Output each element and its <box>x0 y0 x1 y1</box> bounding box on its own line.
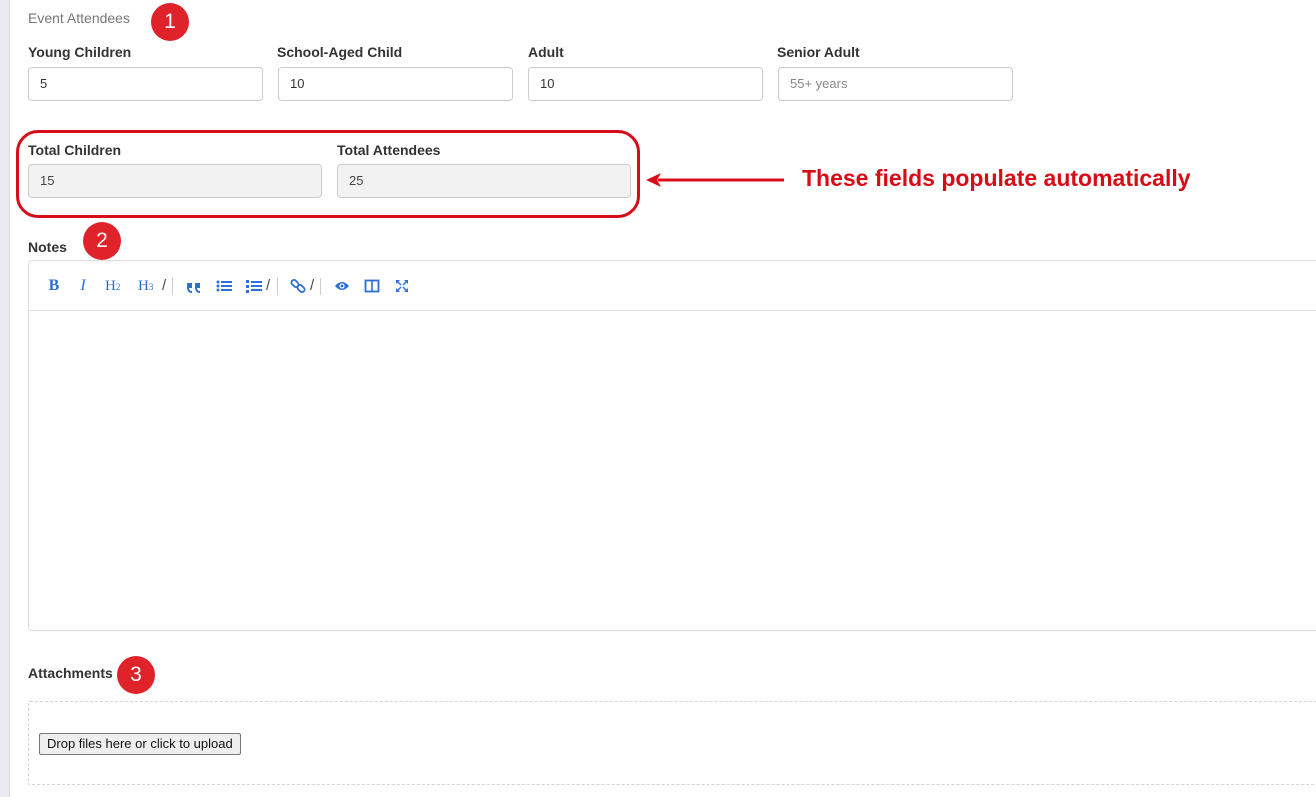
ordered-list-icon[interactable] <box>246 275 262 297</box>
total-attendees-label: Total Attendees <box>337 142 441 158</box>
preview-icon[interactable] <box>334 275 350 297</box>
side-by-side-icon[interactable] <box>364 275 380 297</box>
total-attendees-field: 25 <box>337 164 631 198</box>
senior-adult-input[interactable]: 55+ years <box>778 67 1013 101</box>
heading-3-icon[interactable]: H3 <box>138 275 160 297</box>
annotation-arrow <box>646 173 784 187</box>
quote-icon[interactable] <box>186 275 202 297</box>
heading-2-letter: H <box>105 278 116 294</box>
left-sidebar-edge <box>0 0 10 797</box>
total-children-field: 15 <box>28 164 322 198</box>
notes-editor[interactable]: B I H2 H3 / / / <box>28 260 1316 631</box>
adult-input[interactable]: 10 <box>528 67 763 101</box>
editor-toolbar: B I H2 H3 / / / <box>29 261 1316 311</box>
young-children-input[interactable]: 5 <box>28 67 263 101</box>
toolbar-separator <box>320 278 321 295</box>
italic-icon[interactable]: I <box>76 275 90 297</box>
senior-adult-label: Senior Adult <box>777 44 860 60</box>
annotation-badge-2: 2 <box>83 222 121 260</box>
section-title-event-attendees: Event Attendees <box>28 10 130 26</box>
heading-3-letter: H <box>138 278 149 294</box>
toolbar-separator <box>172 278 173 295</box>
toolbar-separator <box>277 278 278 295</box>
young-children-label: Young Children <box>28 44 132 60</box>
adult-label: Adult <box>528 44 564 60</box>
fullscreen-icon[interactable] <box>394 275 410 297</box>
total-children-label: Total Children <box>28 142 122 158</box>
annotation-badge-3: 3 <box>117 656 155 694</box>
unordered-list-icon[interactable] <box>216 275 232 297</box>
toolbar-slash: / <box>310 277 315 294</box>
heading-3-subscript: 3 <box>148 282 154 292</box>
annotation-text: These fields populate automatically <box>802 165 1191 191</box>
link-icon[interactable] <box>290 275 306 297</box>
toolbar-slash: / <box>162 277 167 294</box>
attachments-label: Attachments <box>28 665 113 681</box>
notes-label: Notes <box>28 239 67 255</box>
school-aged-child-label: School-Aged Child <box>277 44 403 60</box>
school-aged-child-input[interactable]: 10 <box>278 67 513 101</box>
annotation-badge-1: 1 <box>151 3 189 41</box>
attachments-dropzone[interactable]: Drop files here or click to upload <box>28 701 1316 785</box>
toolbar-slash: / <box>266 277 271 294</box>
upload-button[interactable]: Drop files here or click to upload <box>39 733 241 755</box>
heading-2-subscript: 2 <box>115 282 121 292</box>
heading-2-icon[interactable]: H2 <box>105 275 127 297</box>
bold-icon[interactable]: B <box>46 275 62 297</box>
